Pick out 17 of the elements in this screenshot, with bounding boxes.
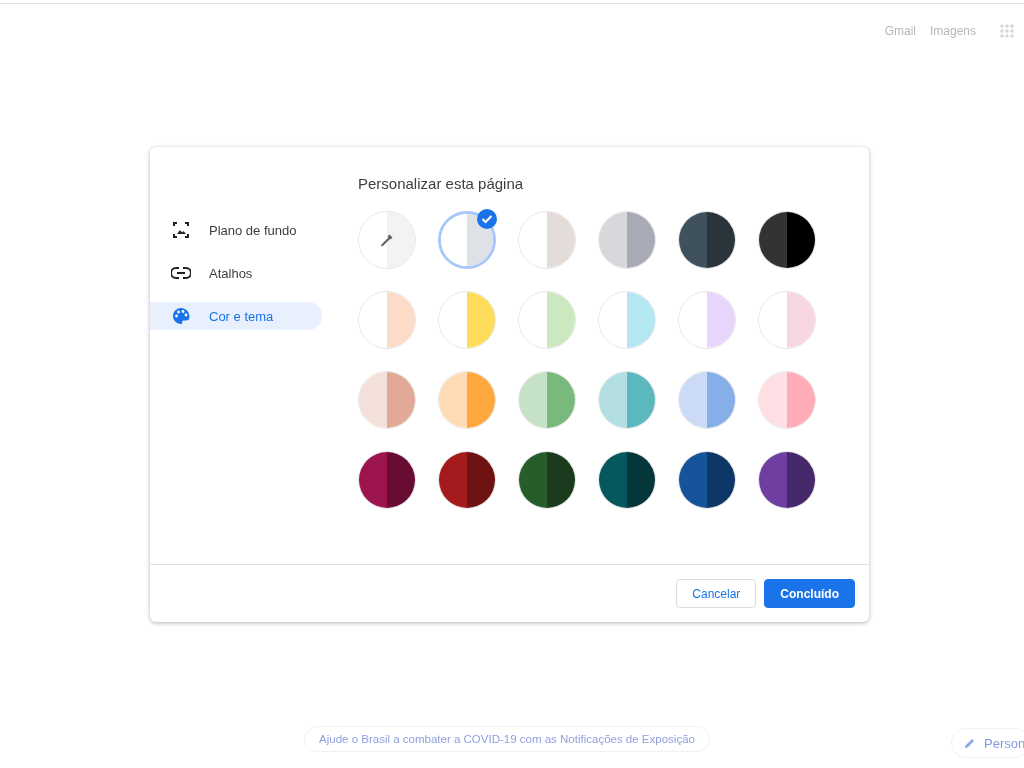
top-link[interactable]: Gmail (884, 24, 916, 38)
top-link[interactable]: Imagens (929, 24, 976, 38)
cancel-button[interactable]: Cancelar (676, 579, 757, 608)
apps-grid-icon[interactable] (1000, 24, 1014, 38)
done-button[interactable]: Concluído (764, 579, 855, 608)
sidebar-item[interactable]: Cor e tema (150, 302, 322, 330)
eyedropper-icon (380, 233, 394, 247)
link-icon (171, 267, 191, 279)
sidebar-item[interactable]: Plano de fundo (150, 216, 322, 244)
image-icon (171, 221, 191, 239)
pencil-icon (964, 737, 976, 749)
dialog-title: Personalizar esta página (358, 175, 525, 194)
check-icon (477, 209, 497, 229)
sidebar-item[interactable]: Atalhos (150, 259, 322, 287)
palette-icon (171, 307, 191, 325)
customize-button[interactable]: Person (951, 728, 1024, 758)
color-picker-swatch[interactable] (358, 211, 416, 269)
